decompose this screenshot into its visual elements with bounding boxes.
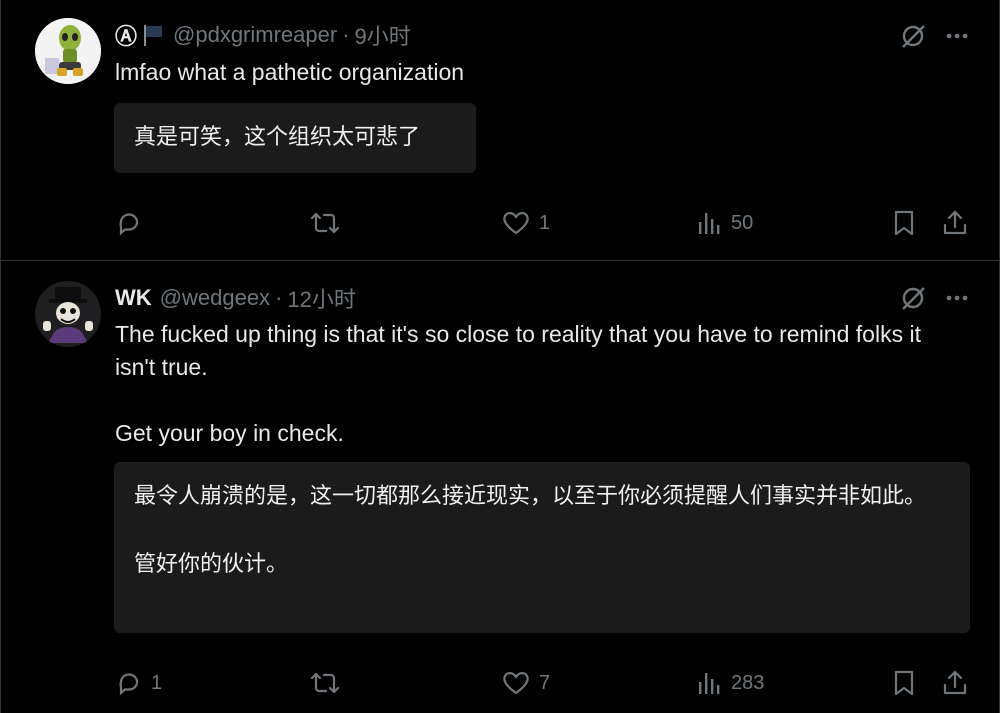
reply-icon [115, 669, 143, 697]
reply-button[interactable]: 1 [115, 663, 162, 703]
tweet-actions: 1 50 [115, 203, 969, 243]
grok-icon[interactable] [899, 284, 927, 312]
view-count: 283 [731, 671, 765, 694]
reply-count: 1 [151, 671, 163, 694]
bookmark-button[interactable] [891, 663, 917, 703]
view-count: 50 [731, 211, 754, 234]
like-count: 7 [539, 671, 551, 694]
heart-icon [501, 669, 531, 697]
reply-button[interactable] [115, 203, 151, 243]
avatar[interactable] [35, 18, 101, 84]
bookmark-icon [891, 209, 917, 237]
translation-box: 真是可笑，这个组织太可悲了 [114, 103, 476, 173]
avatar[interactable] [35, 281, 101, 347]
separator: · [342, 22, 350, 47]
views-icon [697, 209, 723, 237]
retweet-icon [309, 669, 341, 697]
retweet-button[interactable] [309, 203, 349, 243]
share-icon [941, 209, 969, 237]
translation-box: 最令人崩溃的是，这一切都那么接近现实，以至于你必须提醒人们事实并非如此。 管好你… [114, 462, 970, 633]
flag-icon [141, 23, 165, 47]
like-button[interactable]: 7 [501, 663, 550, 703]
bookmark-icon [891, 669, 917, 697]
share-button[interactable] [941, 203, 969, 243]
retweet-icon [309, 209, 341, 237]
reply-icon [115, 209, 143, 237]
display-name[interactable]: Ⓐ [115, 19, 137, 51]
more-icon[interactable] [945, 286, 969, 310]
like-button[interactable]: 1 [501, 203, 550, 243]
grok-icon[interactable] [899, 22, 927, 50]
views-icon [697, 669, 723, 697]
timestamp[interactable]: 9小时 [355, 19, 411, 51]
tweet-text: lmfao what a pathetic organization [115, 59, 465, 85]
timestamp[interactable]: 12小时 [287, 282, 355, 314]
views-button[interactable]: 283 [697, 663, 764, 703]
tweet-header: WK @wedgeex · 12小时 [115, 283, 356, 313]
header-actions [899, 283, 969, 313]
heart-icon [501, 209, 531, 237]
tweet[interactable]: WK @wedgeex · 12小时 The fucked up thing i… [1, 261, 999, 713]
tweet-text: The fucked up thing is that it's so clos… [115, 321, 921, 446]
share-button[interactable] [941, 663, 969, 703]
separator: · [275, 285, 283, 310]
display-name[interactable]: WK [115, 285, 152, 311]
like-count: 1 [539, 211, 551, 234]
handle[interactable]: @wedgeex [160, 285, 270, 311]
retweet-button[interactable] [309, 663, 349, 703]
tweet[interactable]: Ⓐ @pdxgrimreaper · 9小时 lmfao what a path… [1, 0, 999, 261]
tweet-actions: 1 7 283 [115, 663, 969, 703]
views-button[interactable]: 50 [697, 203, 753, 243]
header-actions [899, 21, 969, 51]
bookmark-button[interactable] [891, 203, 917, 243]
tweet-header: Ⓐ @pdxgrimreaper · 9小时 [115, 20, 411, 50]
handle[interactable]: @pdxgrimreaper [173, 22, 337, 48]
more-icon[interactable] [945, 24, 969, 48]
timeline: Ⓐ @pdxgrimreaper · 9小时 lmfao what a path… [0, 0, 1000, 713]
share-icon [941, 669, 969, 697]
